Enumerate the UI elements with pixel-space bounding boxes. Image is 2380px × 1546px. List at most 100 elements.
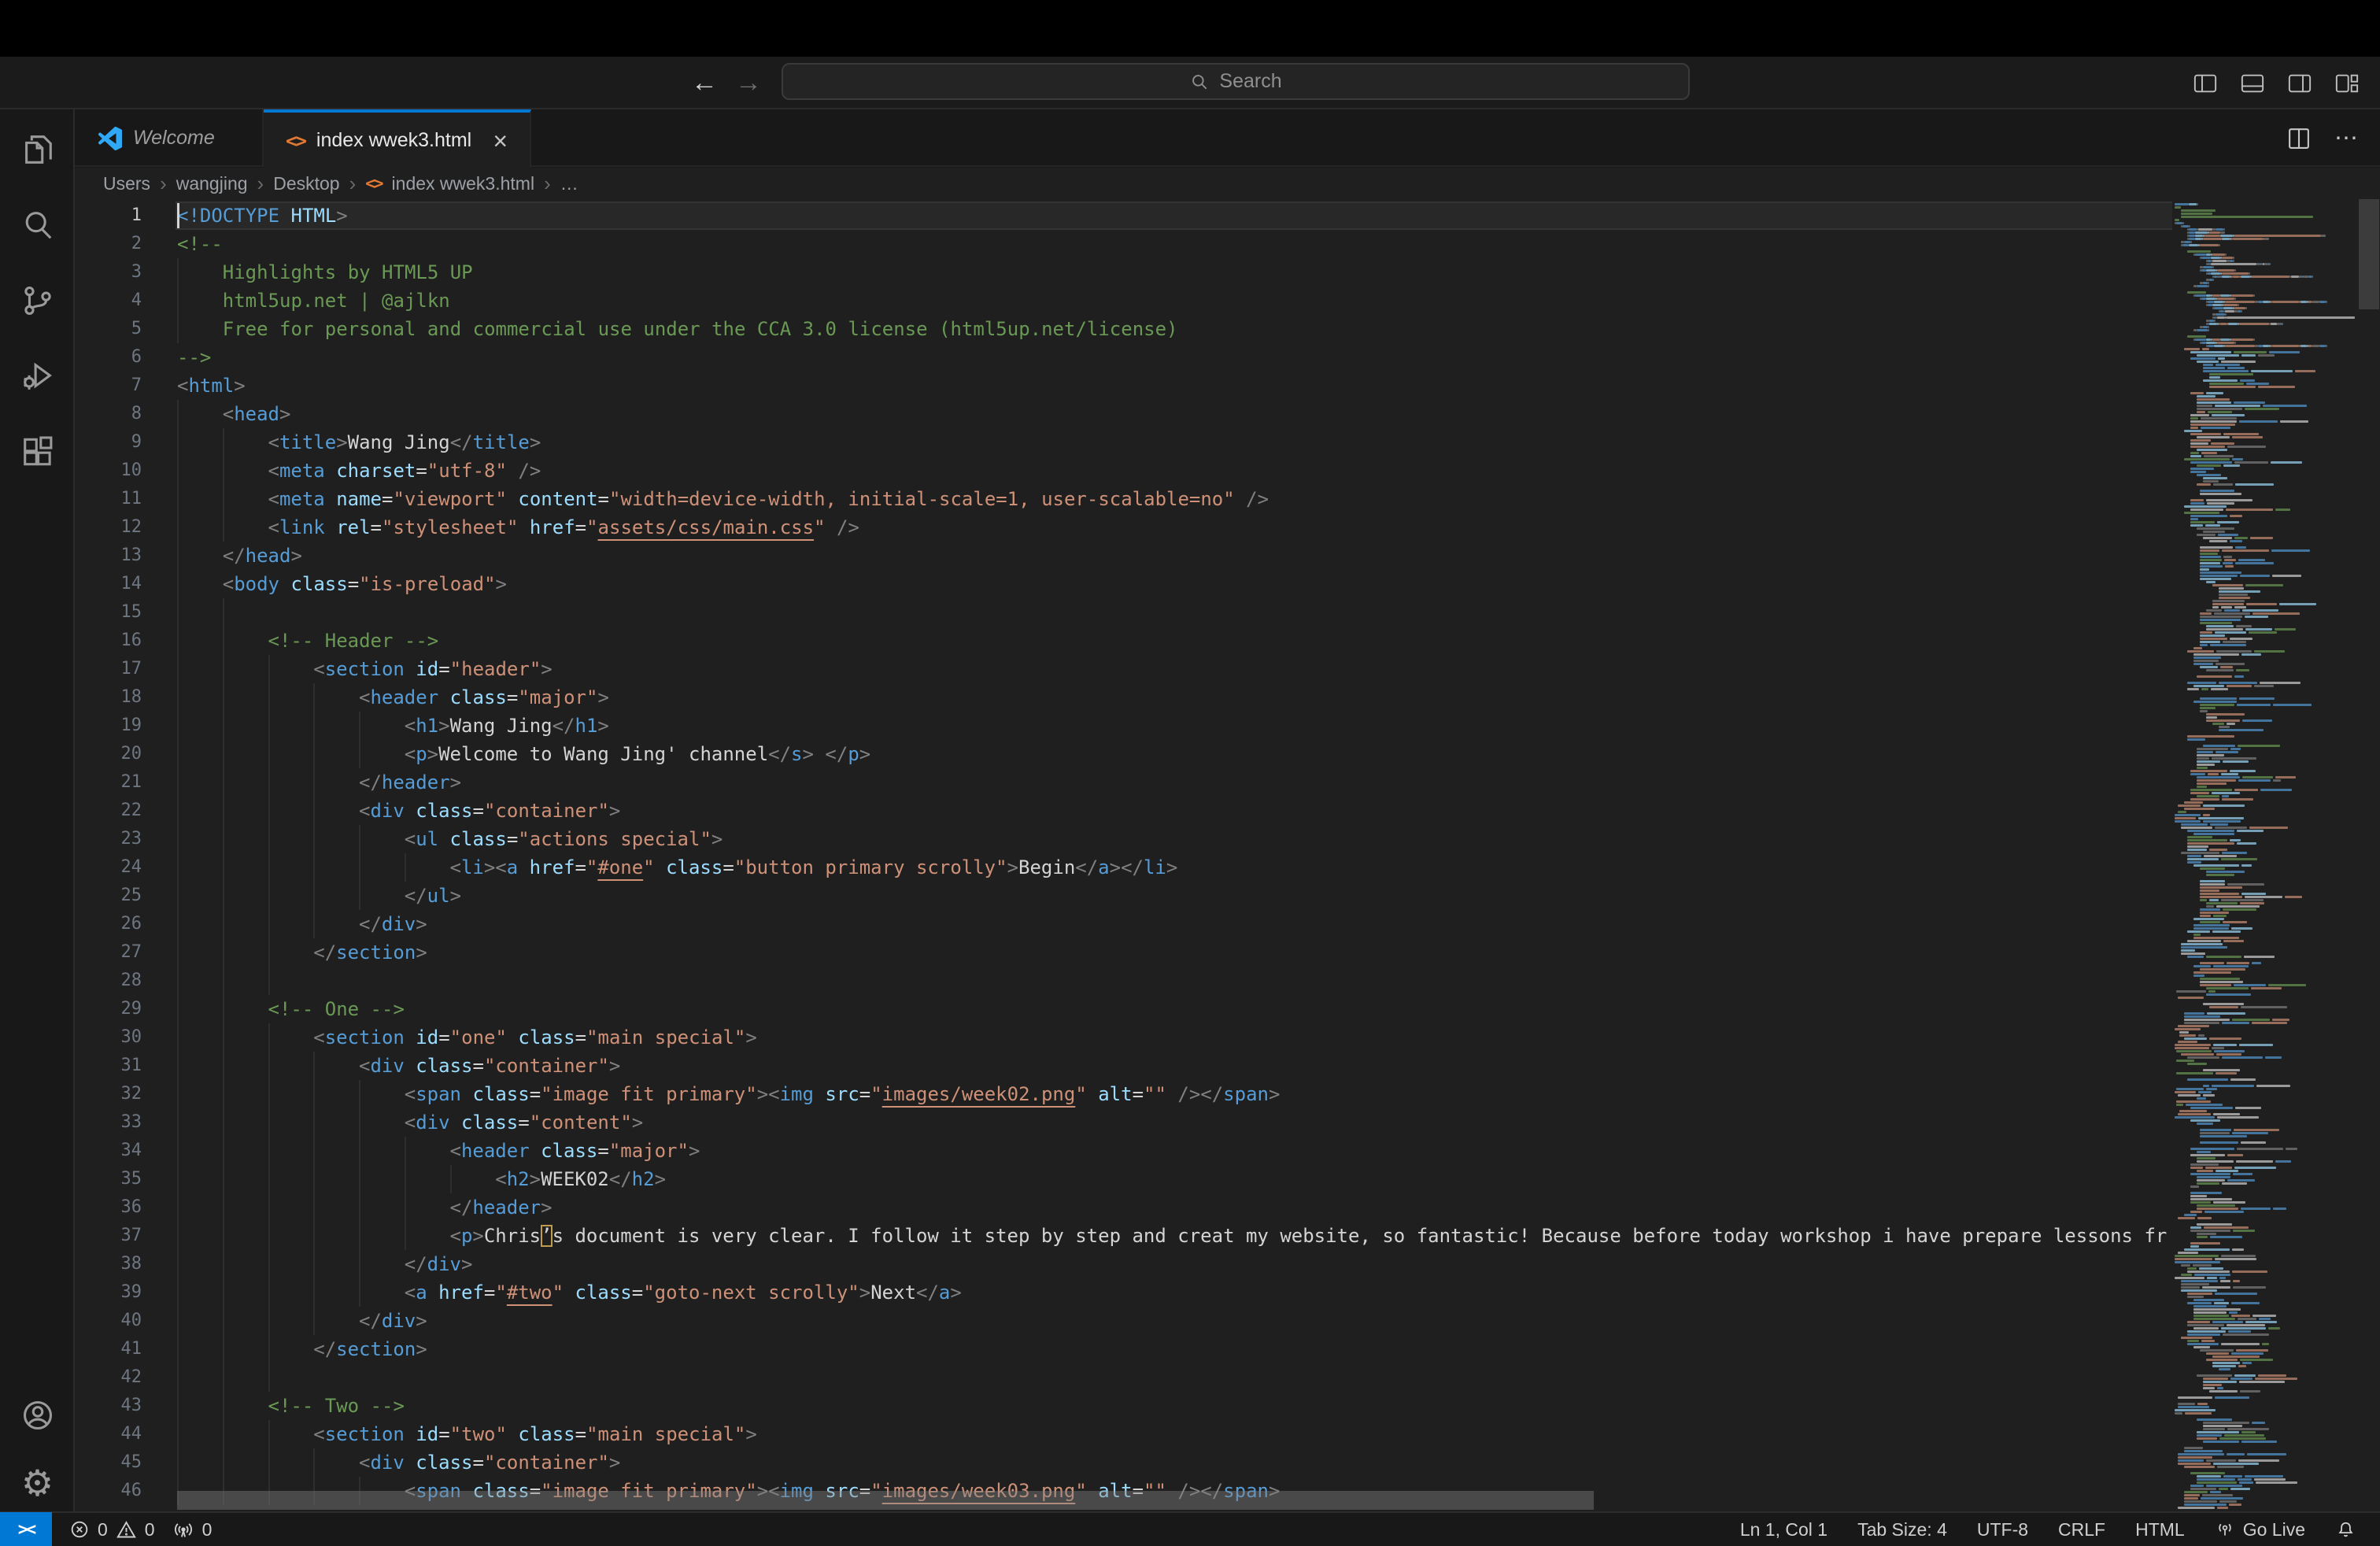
minimap[interactable] <box>2172 199 2358 1511</box>
code-editor[interactable]: 1<!DOCTYPE HTML>2<!--3Highlights by HTML… <box>75 199 2380 1511</box>
toggle-secondary-sidebar-icon[interactable] <box>2287 72 2312 94</box>
breadcrumb-item[interactable]: … <box>560 173 578 194</box>
line-number[interactable]: 35 <box>75 1165 142 1193</box>
customize-layout-icon[interactable] <box>2334 72 2360 94</box>
code-line[interactable]: 29<!-- One --> <box>75 995 2380 1023</box>
code-line[interactable]: 7<html> <box>75 372 2380 400</box>
code-line[interactable]: 13</head> <box>75 542 2380 570</box>
history-back-button[interactable]: ← <box>691 57 718 109</box>
vertical-scrollbar-thumb[interactable] <box>2359 199 2379 309</box>
history-forward-button[interactable]: → <box>735 57 762 109</box>
cursor-position[interactable]: Ln 1, Col 1 <box>1740 1519 1828 1540</box>
code-line[interactable]: 3Highlights by HTML5 UP <box>75 258 2380 287</box>
line-number[interactable]: 43 <box>75 1392 142 1420</box>
line-number[interactable]: 9 <box>75 428 142 457</box>
line-number[interactable]: 28 <box>75 967 142 995</box>
tab-index-wwek3-html[interactable]: <> index wwek3.html × <box>264 109 531 168</box>
code-line[interactable]: 12<link rel="stylesheet" href="assets/cs… <box>75 513 2380 542</box>
line-number[interactable]: 5 <box>75 315 142 343</box>
code-line[interactable]: 30<section id="one" class="main special"… <box>75 1023 2380 1052</box>
code-line[interactable]: 36</header> <box>75 1193 2380 1222</box>
code-line[interactable]: 34<header class="major"> <box>75 1137 2380 1165</box>
line-number[interactable]: 25 <box>75 882 142 910</box>
code-line[interactable]: 27</section> <box>75 938 2380 967</box>
code-line[interactable]: 22<div class="container"> <box>75 797 2380 825</box>
split-editor-icon[interactable] <box>2287 127 2311 150</box>
line-number[interactable]: 17 <box>75 655 142 683</box>
account-icon[interactable] <box>0 1387 75 1444</box>
code-line[interactable]: 25</ul> <box>75 882 2380 910</box>
problems-status[interactable]: 0 0 <box>69 1519 155 1540</box>
line-number[interactable]: 11 <box>75 485 142 513</box>
line-number[interactable]: 10 <box>75 457 142 485</box>
extensions-icon[interactable] <box>0 423 75 480</box>
line-number[interactable]: 22 <box>75 797 142 825</box>
breadcrumb-item[interactable]: Users <box>103 173 150 194</box>
code-line[interactable]: 8<head> <box>75 400 2380 428</box>
line-number[interactable]: 42 <box>75 1363 142 1392</box>
code-line[interactable]: 19<h1>Wang Jing</h1> <box>75 712 2380 740</box>
code-line[interactable]: 17<section id="header"> <box>75 655 2380 683</box>
line-number[interactable]: 44 <box>75 1420 142 1448</box>
search-panel-icon[interactable] <box>0 197 75 253</box>
breadcrumb-item[interactable]: wangjing <box>176 173 248 194</box>
line-number[interactable]: 13 <box>75 542 142 570</box>
language-mode[interactable]: HTML <box>2135 1519 2185 1540</box>
code-line[interactable]: 18<header class="major"> <box>75 683 2380 712</box>
line-number[interactable]: 31 <box>75 1052 142 1080</box>
line-number[interactable]: 20 <box>75 740 142 768</box>
code-line[interactable]: 24<li><a href="#one" class="button prima… <box>75 853 2380 882</box>
vertical-scrollbar[interactable] <box>2358 199 2380 1511</box>
code-line[interactable]: 14<body class="is-preload"> <box>75 570 2380 598</box>
line-number[interactable]: 27 <box>75 938 142 967</box>
code-line[interactable]: 26</div> <box>75 910 2380 938</box>
horizontal-scrollbar-thumb[interactable] <box>177 1491 1594 1510</box>
line-number[interactable]: 29 <box>75 995 142 1023</box>
line-number[interactable]: 46 <box>75 1477 142 1505</box>
code-line[interactable]: 44<section id="two" class="main special"… <box>75 1420 2380 1448</box>
line-number[interactable]: 1 <box>75 202 142 230</box>
line-number[interactable]: 26 <box>75 910 142 938</box>
code-line[interactable]: 38</div> <box>75 1250 2380 1278</box>
code-line[interactable]: 35<h2>WEEK02</h2> <box>75 1165 2380 1193</box>
code-line[interactable]: 37<p>Chris’s document is very clear. I f… <box>75 1222 2380 1250</box>
code-line[interactable]: 40</div> <box>75 1307 2380 1335</box>
search-command-center[interactable]: Search <box>782 63 1690 100</box>
code-line[interactable]: 4html5up.net | @ajlkn <box>75 287 2380 315</box>
tab-size[interactable]: Tab Size: 4 <box>1857 1519 1947 1540</box>
line-number[interactable]: 30 <box>75 1023 142 1052</box>
line-number[interactable]: 4 <box>75 287 142 315</box>
code-line[interactable]: 21</header> <box>75 768 2380 797</box>
line-number[interactable]: 39 <box>75 1278 142 1307</box>
code-line[interactable]: 41</section> <box>75 1335 2380 1363</box>
line-number[interactable]: 16 <box>75 627 142 655</box>
line-number[interactable]: 18 <box>75 683 142 712</box>
line-number[interactable]: 23 <box>75 825 142 853</box>
breadcrumb-item[interactable]: Desktop <box>273 173 339 194</box>
breadcrumb-item[interactable]: index wwek3.html <box>392 173 535 194</box>
code-line[interactable]: 20<p>Welcome to Wang Jing' channel</s> <… <box>75 740 2380 768</box>
line-number[interactable]: 6 <box>75 343 142 372</box>
code-line[interactable]: 23<ul class="actions special"> <box>75 825 2380 853</box>
line-number[interactable]: 41 <box>75 1335 142 1363</box>
settings-gear-icon[interactable]: ⚙ <box>0 1455 75 1511</box>
code-line[interactable]: 2<!-- <box>75 230 2380 258</box>
line-number[interactable]: 19 <box>75 712 142 740</box>
eol-sequence[interactable]: CRLF <box>2058 1519 2105 1540</box>
line-number[interactable]: 14 <box>75 570 142 598</box>
line-number[interactable]: 21 <box>75 768 142 797</box>
line-number[interactable]: 24 <box>75 853 142 882</box>
code-line[interactable]: 9<title>Wang Jing</title> <box>75 428 2380 457</box>
remote-indicator[interactable]: >< <box>0 1512 52 1546</box>
tab-welcome[interactable]: Welcome <box>76 109 264 167</box>
line-number[interactable]: 2 <box>75 230 142 258</box>
code-line[interactable]: 31<div class="container"> <box>75 1052 2380 1080</box>
code-line[interactable]: 15 <box>75 598 2380 627</box>
line-number[interactable]: 7 <box>75 372 142 400</box>
code-line[interactable]: 6--> <box>75 343 2380 372</box>
line-number[interactable]: 45 <box>75 1448 142 1477</box>
line-number[interactable]: 8 <box>75 400 142 428</box>
line-number[interactable]: 36 <box>75 1193 142 1222</box>
line-number[interactable]: 40 <box>75 1307 142 1335</box>
toggle-panel-icon[interactable] <box>2240 72 2265 94</box>
